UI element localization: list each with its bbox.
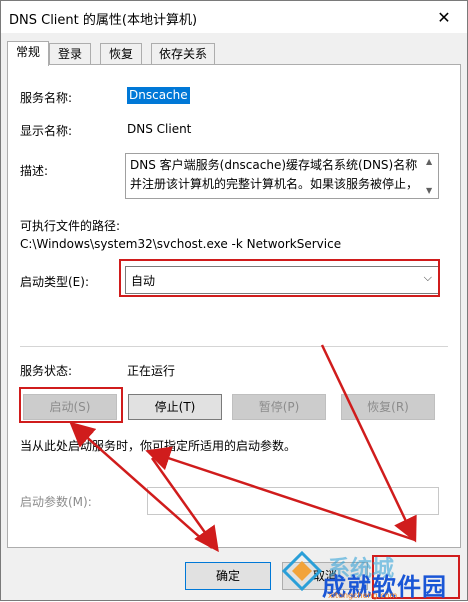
- watermark-logo: 系统城 成就软件园 xitongcheng.com: [282, 545, 468, 601]
- watermark-diamond-icon: [282, 551, 322, 591]
- annotation-arrows: [69, 344, 417, 553]
- tab-general[interactable]: 常规: [7, 41, 49, 66]
- arrow-to-start: [69, 421, 213, 549]
- arrow-to-apply: [320, 344, 417, 543]
- watermark-url: xitongcheng.com: [328, 591, 398, 600]
